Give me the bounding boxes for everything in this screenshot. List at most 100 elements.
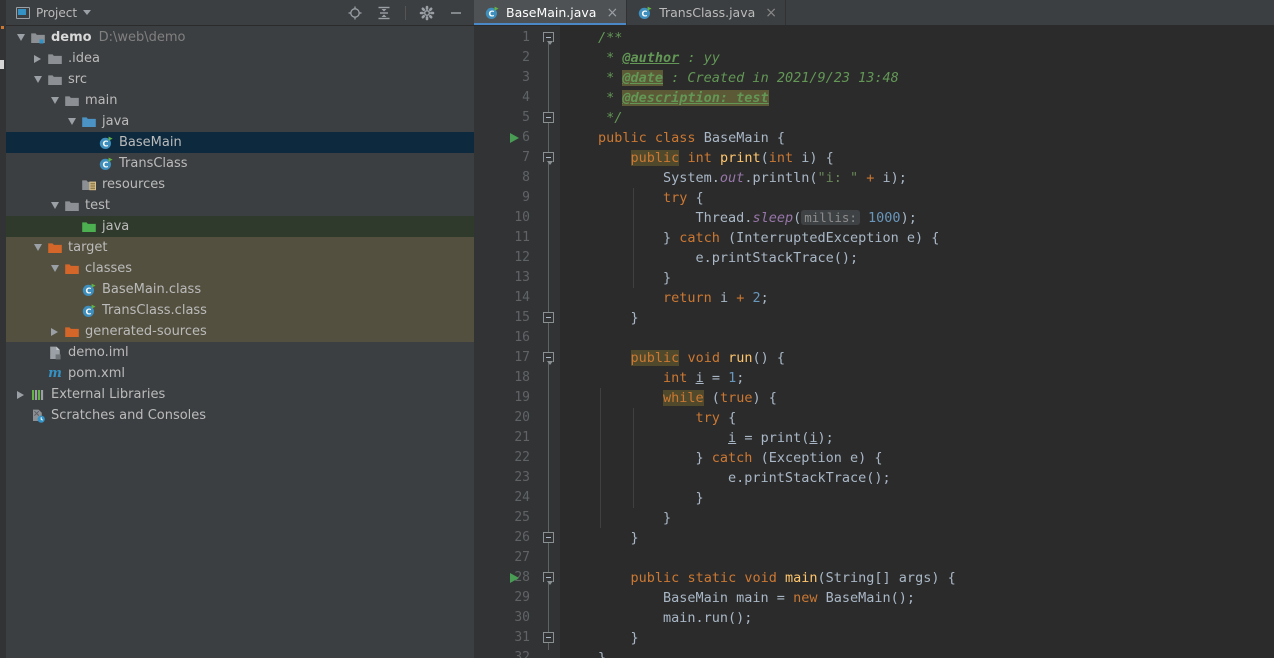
code-line-15[interactable]: }	[598, 308, 639, 328]
tree-node-label: generated-sources	[85, 324, 207, 339]
code-token: BaseMain main =	[598, 590, 794, 606]
code-line-10[interactable]: Thread.sleep(millis: 1000);	[598, 208, 917, 228]
code-folding-gutter[interactable]	[538, 26, 560, 658]
tree-node-test[interactable]: test	[6, 195, 474, 216]
code-line-29[interactable]: BaseMain main = new BaseMain();	[598, 588, 915, 608]
tree-node-label: classes	[85, 261, 133, 276]
line-number-gutter[interactable]: 1 2 3 4 5 6 7 8 9 10 11 12 13 14 15 16 17 18 19 20 21 22 23 24 2…	[474, 26, 538, 658]
code-token: =	[736, 430, 761, 446]
tree-node-resources[interactable]: resources	[6, 174, 474, 195]
minimize-icon[interactable]	[448, 5, 464, 21]
tree-node-external-libraries[interactable]: External Libraries	[6, 384, 474, 405]
code-line-25[interactable]: }	[598, 508, 671, 528]
collapse-all-icon[interactable]	[376, 5, 392, 21]
code-line-26[interactable]: }	[598, 528, 639, 548]
excluded-folder-icon	[64, 324, 80, 340]
tree-node-classes[interactable]: classes	[6, 258, 474, 279]
chevron-down-icon[interactable]	[65, 111, 78, 132]
code-line-6[interactable]: public class BaseMain {	[598, 128, 785, 148]
code-line-22[interactable]: } catch (Exception e) {	[598, 448, 883, 468]
tree-node-idea[interactable]: .idea	[6, 48, 474, 69]
chevron-down-icon[interactable]	[83, 10, 92, 15]
close-icon[interactable]: ×	[765, 6, 777, 20]
fold-toggle-icon[interactable]	[543, 112, 554, 123]
tree-node-demo[interactable]: demo D:\web\demo	[6, 27, 474, 48]
tree-node-src[interactable]: src	[6, 69, 474, 90]
editor-tab-transclass-java[interactable]: C TransClass.java ×	[627, 0, 787, 25]
code-line-12[interactable]: e.printStackTrace();	[598, 248, 859, 268]
tree-node-java[interactable]: java	[6, 216, 474, 237]
editor-tab-bar[interactable]: C BaseMain.java × C TransClass.java ×	[474, 0, 1274, 26]
project-title-group[interactable]: Project	[16, 6, 347, 20]
code-line-32[interactable]: }	[598, 648, 606, 658]
chevron-down-icon[interactable]	[48, 258, 61, 279]
gear-icon[interactable]	[419, 5, 435, 21]
code-line-5[interactable]: */	[598, 108, 622, 128]
chevron-down-icon[interactable]	[31, 237, 44, 258]
code-line-30[interactable]: main.run();	[598, 608, 752, 628]
tree-node-scratches-and-consoles[interactable]: Scratches and Consoles	[6, 405, 474, 426]
code-line-21[interactable]: i = print(i);	[598, 428, 834, 448]
code-line-11[interactable]: } catch (InterruptedException e) {	[598, 228, 939, 248]
close-icon[interactable]: ×	[606, 6, 618, 20]
run-gutter-icon[interactable]	[510, 132, 519, 143]
code-line-14[interactable]: return i + 2;	[598, 288, 769, 308]
tree-node-transclass-class[interactable]: C TransClass.class	[6, 300, 474, 321]
code-token: {	[719, 410, 737, 426]
code-line-9[interactable]: try {	[598, 188, 704, 208]
line-number: 5	[522, 110, 530, 125]
code-line-13[interactable]: }	[598, 268, 671, 288]
tree-node-demo-iml[interactable]: demo.iml	[6, 342, 474, 363]
code-line-7[interactable]: public int print(int i) {	[598, 148, 834, 168]
ide-window: Project demo D:\web\demo .idea src main j	[0, 0, 1274, 658]
project-window-icon	[16, 6, 30, 19]
code-line-4[interactable]: * @description: test	[598, 88, 769, 108]
tree-node-transclass[interactable]: C TransClass	[6, 153, 474, 174]
code-line-17[interactable]: public void run() {	[598, 348, 785, 368]
toolbar-divider	[405, 5, 406, 20]
chevron-down-icon[interactable]	[14, 27, 27, 48]
code-line-8[interactable]: System.out.println("i: " + i);	[598, 168, 907, 188]
tree-node-target[interactable]: target	[6, 237, 474, 258]
code-line-1[interactable]: /**	[598, 28, 622, 48]
chevron-down-icon[interactable]	[31, 69, 44, 90]
run-gutter-icon[interactable]	[510, 572, 519, 583]
code-token: : yy	[679, 50, 720, 66]
line-number: 2	[522, 50, 530, 65]
tree-node-generated-sources[interactable]: generated-sources	[6, 321, 474, 342]
locate-target-icon[interactable]	[347, 5, 363, 21]
code-line-2[interactable]: * @author : yy	[598, 48, 720, 68]
code-line-28[interactable]: public static void main(String[] args) {	[598, 568, 956, 588]
tree-node-main[interactable]: main	[6, 90, 474, 111]
code-line-19[interactable]: while (true) {	[598, 388, 777, 408]
line-number: 19	[514, 390, 530, 405]
fold-toggle-icon[interactable]	[543, 312, 554, 323]
tree-node-label: demo	[51, 30, 92, 45]
code-token: }	[598, 270, 672, 286]
code-text-area[interactable]: /** * @author : yy * @date : Created in …	[560, 26, 1274, 658]
code-token: }	[598, 490, 704, 506]
indent-spacer	[6, 405, 14, 426]
code-line-3[interactable]: * @date : Created in 2021/9/23 13:48	[598, 68, 899, 88]
tree-node-pom-xml[interactable]: m pom.xml	[6, 363, 474, 384]
chevron-right-icon[interactable]	[14, 384, 27, 405]
chevron-down-icon[interactable]	[48, 195, 61, 216]
editor-tab-basemain-java[interactable]: C BaseMain.java ×	[474, 0, 628, 25]
tree-node-java[interactable]: java	[6, 111, 474, 132]
project-tree[interactable]: demo D:\web\demo .idea src main java C BaseMain…	[6, 26, 474, 658]
fold-toggle-icon[interactable]	[543, 632, 554, 643]
code-line-31[interactable]: }	[598, 628, 639, 648]
chevron-right-icon[interactable]	[48, 321, 61, 342]
code-line-24[interactable]: }	[598, 488, 704, 508]
code-token: i) {	[793, 150, 834, 166]
chevron-right-icon[interactable]	[31, 48, 44, 69]
tree-arrow-placeholder	[65, 174, 78, 195]
code-line-20[interactable]: try {	[598, 408, 737, 428]
fold-toggle-icon[interactable]	[543, 532, 554, 543]
code-line-18[interactable]: int i = 1;	[598, 368, 744, 388]
code-line-23[interactable]: e.printStackTrace();	[598, 468, 891, 488]
chevron-down-icon[interactable]	[48, 90, 61, 111]
tree-node-basemain[interactable]: C BaseMain	[6, 132, 474, 153]
tree-node-basemain-class[interactable]: C BaseMain.class	[6, 279, 474, 300]
